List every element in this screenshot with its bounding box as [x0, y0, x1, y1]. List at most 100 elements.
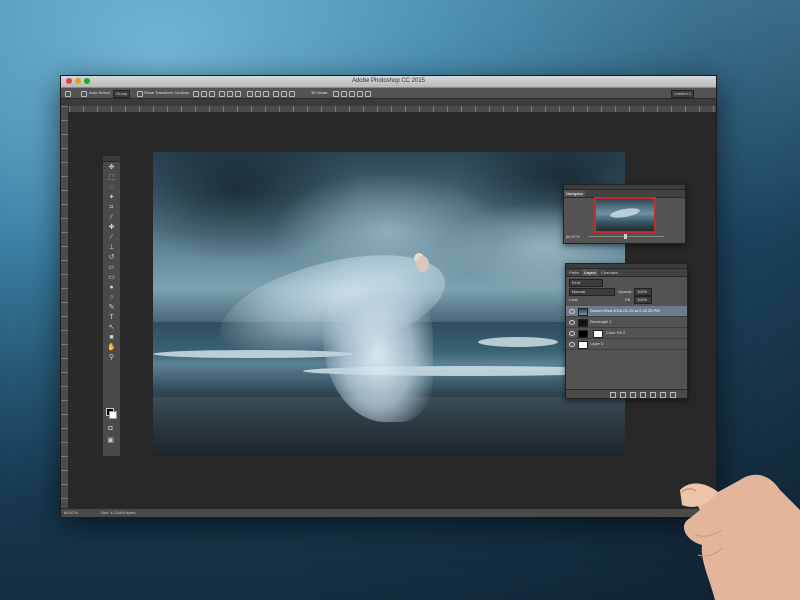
workspace-dropdown[interactable]: Untitled-1 — [671, 90, 695, 98]
align-middle-icon[interactable] — [201, 91, 207, 97]
distribute-top-icon[interactable] — [247, 91, 253, 97]
clone-stamp-icon[interactable]: ⊥ — [107, 243, 116, 252]
hand-holding-image — [680, 474, 800, 600]
type-icon[interactable]: T — [107, 313, 116, 322]
3d-scale-icon[interactable] — [365, 91, 371, 97]
wave-right — [478, 337, 558, 347]
background-color-swatch[interactable] — [109, 411, 117, 419]
eyedropper-icon[interactable]: ⁄ — [107, 213, 116, 222]
tools-panel-grip[interactable] — [103, 156, 120, 162]
layer-row-rectangle[interactable]: Rectangle 1 — [566, 317, 687, 328]
lock-label: Lock: — [569, 297, 579, 302]
3d-pan-icon[interactable] — [349, 91, 355, 97]
3d-mode-label: 3D Mode: — [311, 90, 329, 95]
align-center-icon[interactable] — [227, 91, 233, 97]
title-bar: Adobe Photoshop CC 2015 — [61, 76, 716, 88]
crop-icon[interactable]: ⌗ — [107, 203, 116, 212]
distribute-left-icon[interactable] — [273, 91, 279, 97]
opacity-field[interactable]: 100% — [634, 288, 652, 296]
options-bar: Auto-Select: Group Show Transform Contro… — [61, 88, 716, 99]
path-selection-icon[interactable]: ↖ — [107, 323, 116, 332]
blur-icon[interactable]: ● — [107, 283, 116, 292]
navigator-thumbnail-veil — [609, 206, 641, 220]
link-layers-icon[interactable] — [610, 392, 616, 398]
quick-mask-icon[interactable]: ◘ — [106, 424, 115, 433]
distribute-center-icon[interactable] — [281, 91, 287, 97]
pen-icon[interactable]: ✎ — [107, 303, 116, 312]
horizontal-ruler[interactable] — [69, 106, 716, 113]
status-bar: 66.67% Doc: 4.12M/8 bytes — [61, 508, 716, 517]
layer-thumbnail — [578, 308, 588, 316]
window-title: Adobe Photoshop CC 2015 — [351, 78, 426, 84]
healing-brush-icon[interactable]: ✚ — [107, 223, 116, 232]
hand-icon[interactable]: ✋ — [107, 343, 116, 352]
tab-channels[interactable]: Channels — [599, 269, 620, 276]
gradient-icon[interactable]: ▭ — [107, 273, 116, 282]
visibility-eye-icon[interactable] — [569, 320, 575, 325]
document-canvas[interactable] — [153, 152, 625, 456]
show-transform-checkbox[interactable] — [137, 91, 143, 97]
layer-name: Color Fill 2 — [606, 330, 626, 335]
distribute-middle-icon[interactable] — [255, 91, 261, 97]
visibility-eye-icon[interactable] — [569, 309, 575, 314]
navigator-zoom-value[interactable]: 66.67% — [566, 234, 580, 239]
navigator-thumbnail[interactable] — [594, 197, 656, 233]
layers-panel-tabs: Paths Layers Channels — [566, 269, 687, 277]
visibility-eye-icon[interactable] — [569, 342, 575, 347]
fill-field[interactable]: 100% — [634, 296, 652, 304]
layer-name: Layer 0 — [590, 341, 604, 346]
layer-row-color-fill[interactable]: Color Fill 2 — [566, 328, 687, 339]
lasso-icon[interactable]: ◌ — [107, 183, 116, 192]
magic-wand-icon[interactable]: ✦ — [107, 193, 116, 202]
move-tool-preset-icon[interactable] — [65, 91, 71, 97]
vertical-ruler[interactable] — [61, 106, 69, 508]
navigator-tab[interactable]: Navigator — [564, 190, 586, 197]
eraser-icon[interactable]: ▱ — [107, 263, 116, 272]
new-group-icon[interactable] — [650, 392, 656, 398]
move-icon[interactable]: ✥ — [107, 163, 116, 172]
document-size[interactable]: Doc: 4.12M/8 bytes — [101, 510, 135, 516]
distribute-right-icon[interactable] — [289, 91, 295, 97]
3d-slide-icon[interactable] — [357, 91, 363, 97]
history-brush-icon[interactable]: ↺ — [107, 253, 116, 262]
new-layer-icon[interactable] — [660, 392, 666, 398]
layer-style-icon[interactable] — [620, 392, 626, 398]
layer-row-screenshot[interactable]: Screen Shot 2016-01-29 at 2.40.25 PM — [566, 306, 687, 317]
auto-select-dropdown[interactable]: Group — [113, 90, 131, 98]
marquee-icon[interactable]: ⬚ — [107, 173, 116, 182]
align-top-icon[interactable] — [193, 91, 199, 97]
align-right-icon[interactable] — [235, 91, 241, 97]
align-bottom-icon[interactable] — [209, 91, 215, 97]
add-mask-icon[interactable] — [630, 392, 636, 398]
zoom-readout[interactable]: 66.67% — [64, 510, 78, 516]
fill-label: Fill: — [625, 297, 632, 302]
tab-layers[interactable]: Layers — [582, 269, 599, 276]
tools-panel: ✥ ⬚ ◌ ✦ ⌗ ⁄ ✚ ∕ ⊥ ↺ ▱ ▭ ● ○ ✎ T ↖ ■ ✋ ⚲ … — [102, 155, 121, 457]
brush-icon[interactable]: ∕ — [107, 233, 116, 242]
screen-mode-icon[interactable]: ▣ — [106, 436, 115, 445]
3d-roll-icon[interactable] — [341, 91, 347, 97]
layers-panel: Paths Layers Channels Kind Normal Opacit… — [565, 263, 688, 399]
navigator-panel: Navigator 66.67% — [563, 184, 686, 244]
navigator-zoom-knob[interactable] — [624, 234, 627, 239]
zoom-icon[interactable]: ⚲ — [107, 353, 116, 362]
3d-rotate-icon[interactable] — [333, 91, 339, 97]
shape-icon[interactable]: ■ — [107, 333, 116, 342]
auto-select-label: Auto-Select: — [89, 90, 111, 95]
distribute-bottom-icon[interactable] — [263, 91, 269, 97]
visibility-eye-icon[interactable] — [569, 331, 575, 336]
layer-name: Screen Shot 2016-01-29 at 2.40.25 PM — [590, 308, 660, 313]
align-left-icon[interactable] — [219, 91, 225, 97]
layer-filter-kind[interactable]: Kind — [569, 279, 603, 287]
dodge-icon[interactable]: ○ — [107, 293, 116, 302]
adjustment-layer-icon[interactable] — [640, 392, 646, 398]
layer-row-layer-0[interactable]: Layer 0 — [566, 339, 687, 350]
opacity-label: Opacity: — [618, 289, 633, 294]
delete-layer-icon[interactable] — [670, 392, 676, 398]
layer-name: Rectangle 1 — [590, 319, 612, 324]
woman-head — [416, 256, 429, 272]
fill-thumbnail — [578, 330, 588, 338]
auto-select-checkbox[interactable] — [81, 91, 87, 97]
blend-mode-dropdown[interactable]: Normal — [569, 288, 615, 296]
tab-paths[interactable]: Paths — [567, 269, 581, 276]
